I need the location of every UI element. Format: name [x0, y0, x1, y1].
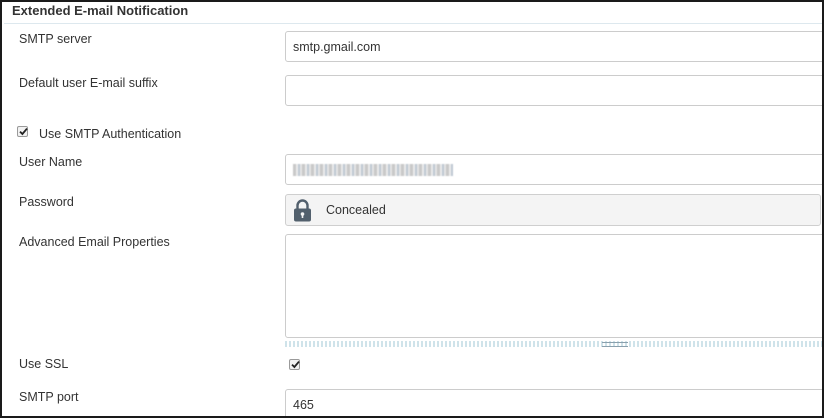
user-name-obscured-value [293, 163, 453, 176]
user-name-input[interactable] [285, 154, 822, 185]
user-name-label: User Name [19, 155, 83, 169]
use-smtp-auth-label: Use SMTP Authentication [39, 127, 182, 141]
use-ssl-checkbox[interactable] [289, 359, 300, 370]
checkmark-icon [291, 361, 300, 369]
email-suffix-label: Default user E-mail suffix [19, 76, 158, 90]
password-label: Password [19, 195, 74, 209]
checkmark-icon [19, 128, 28, 136]
password-field[interactable]: Concealed [285, 194, 821, 226]
smtp-server-value: smtp.gmail.com [293, 39, 381, 54]
email-suffix-input[interactable] [285, 75, 822, 106]
grip-icon [602, 342, 628, 347]
smtp-port-label: SMTP port [19, 390, 79, 404]
smtp-server-label: SMTP server [19, 32, 92, 46]
smtp-port-input[interactable]: 465 [285, 389, 822, 416]
smtp-server-input[interactable]: smtp.gmail.com [285, 31, 822, 62]
advanced-props-label: Advanced Email Properties [19, 235, 170, 249]
advanced-props-textarea[interactable] [285, 234, 822, 338]
use-ssl-label: Use SSL [19, 357, 69, 371]
section-title: Extended E-mail Notification [12, 3, 189, 18]
password-value: Concealed [326, 203, 386, 217]
lock-icon [294, 198, 311, 221]
use-smtp-auth-checkbox[interactable] [17, 126, 28, 137]
email-config-panel: Extended E-mail Notification SMTP server… [0, 0, 824, 418]
smtp-port-value: 465 [293, 397, 314, 412]
textarea-resize-handle[interactable] [285, 341, 822, 347]
section-header: Extended E-mail Notification [4, 2, 822, 24]
